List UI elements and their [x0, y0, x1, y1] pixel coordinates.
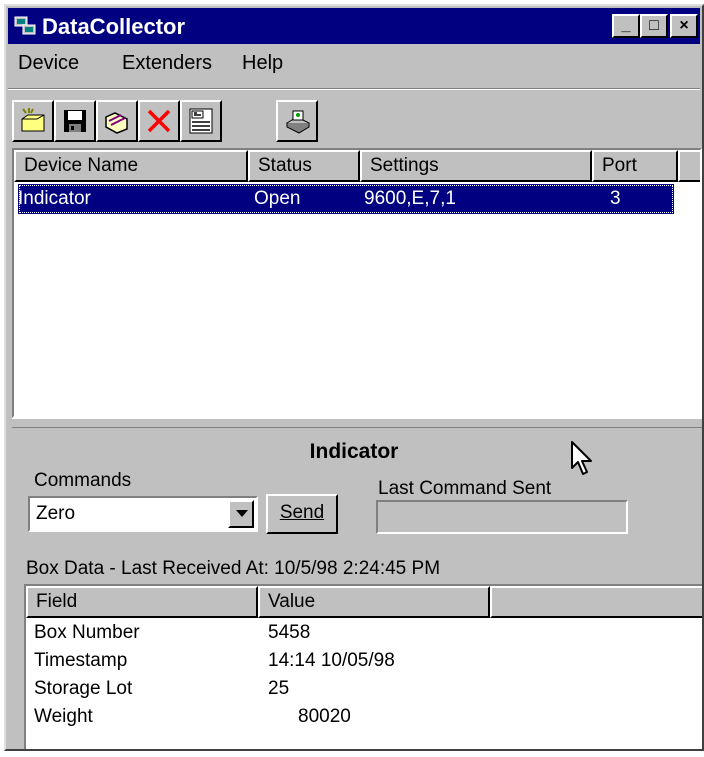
box-data-caption: Box Data - Last Received At: 10/5/98 2:2…: [26, 558, 441, 579]
field-cell: Box Number: [34, 622, 140, 643]
send-button[interactable]: Send: [266, 494, 338, 534]
column-header-value[interactable]: Value: [258, 586, 490, 618]
chevron-down-icon: [236, 510, 248, 517]
new-device-button[interactable]: [12, 100, 54, 142]
close-icon: ×: [679, 17, 689, 34]
app-window: DataCollector _ □ × Device Extenders Hel…: [4, 4, 704, 751]
box-data-grid[interactable]: Field Value Box Number 5458 Timestamp 14…: [24, 584, 702, 749]
value-cell: 14:14 10/05/98: [268, 650, 395, 671]
field-cell: Storage Lot: [34, 678, 133, 699]
column-header-status[interactable]: Status: [248, 150, 360, 182]
column-header-filler: [490, 586, 702, 618]
print-button[interactable]: [276, 100, 318, 142]
menu-device[interactable]: Device: [18, 52, 79, 75]
device-settings-cell: 9600,E,7,1: [364, 188, 456, 209]
panel-splitter[interactable]: [12, 418, 702, 428]
device-name-cell: Indicator: [18, 188, 91, 209]
delete-icon: [147, 109, 171, 133]
column-header-settings[interactable]: Settings: [360, 150, 592, 182]
send-label: Send: [279, 502, 325, 523]
print-icon: [285, 110, 311, 134]
field-cell: Timestamp: [34, 650, 128, 671]
value-cell: 80020: [298, 706, 351, 727]
app-icon: [14, 16, 36, 35]
column-header-filler: [678, 150, 700, 182]
column-header-port[interactable]: Port: [592, 150, 678, 182]
commands-label: Commands: [34, 470, 132, 491]
last-command-label: Last Command Sent: [378, 478, 552, 499]
save-icon: [64, 110, 86, 132]
minimize-icon: _: [621, 17, 631, 34]
mouse-pointer-icon: [571, 441, 592, 475]
device-row-selected[interactable]: Indicator Open 9600,E,7,1 3: [18, 184, 674, 214]
device-port-cell: 3: [610, 188, 621, 209]
value-cell: 5458: [268, 622, 311, 643]
open-icon: [105, 112, 128, 134]
menu-help[interactable]: Help: [242, 52, 283, 75]
maximize-button[interactable]: □: [640, 14, 668, 38]
close-button[interactable]: ×: [670, 14, 698, 38]
title-bar[interactable]: DataCollector _ □ ×: [8, 8, 700, 44]
column-header-field[interactable]: Field: [26, 586, 258, 618]
toolbar: [12, 98, 700, 146]
window-title: DataCollector: [42, 14, 186, 39]
device-status-cell: Open: [254, 188, 301, 209]
commands-dropdown[interactable]: Zero: [28, 496, 258, 532]
value-cell: 25: [268, 678, 290, 699]
device-list[interactable]: Device Name Status Settings Port Indicat…: [12, 148, 702, 418]
minimize-button[interactable]: _: [612, 14, 640, 38]
menu-extenders[interactable]: Extenders: [122, 52, 212, 75]
field-cell: Weight: [34, 706, 93, 727]
menu-separator: [8, 88, 700, 90]
save-button[interactable]: [54, 100, 96, 142]
maximize-icon: □: [649, 17, 659, 34]
device-panel-title: Indicator: [309, 440, 399, 463]
new-device-icon: [21, 108, 45, 132]
dropdown-button[interactable]: [228, 500, 254, 528]
properties-button[interactable]: [180, 100, 222, 142]
menu-bar: Device Extenders Help: [8, 48, 700, 82]
column-header-device-name[interactable]: Device Name: [14, 150, 248, 182]
open-button[interactable]: [96, 100, 138, 142]
properties-icon: [189, 108, 213, 134]
delete-button[interactable]: [138, 100, 180, 142]
command-value: Zero: [36, 503, 76, 524]
last-command-field: [376, 500, 628, 534]
